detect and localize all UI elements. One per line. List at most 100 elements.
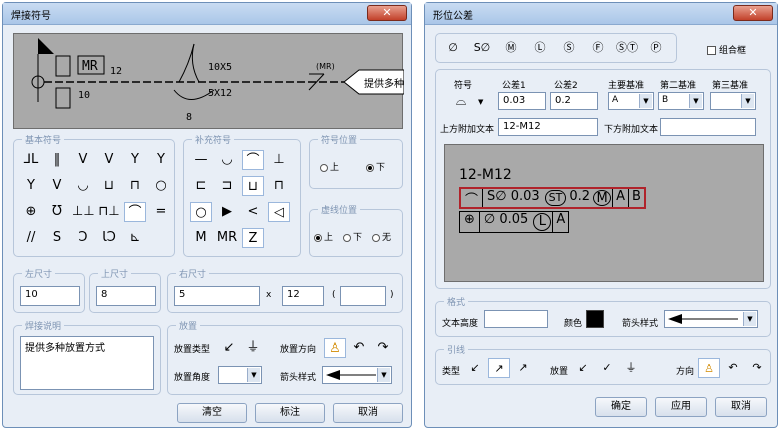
right-dim-input-1[interactable]: 5	[174, 286, 260, 306]
place-type-ground-icon[interactable]: ⏚	[242, 338, 264, 358]
supp-symbol-9-icon[interactable]: ▶	[216, 202, 238, 222]
basic-symbol-14-icon[interactable]: ⊥⊥	[72, 202, 95, 222]
basic-symbol-17-icon[interactable]: =	[150, 202, 172, 222]
supp-symbol-0-icon[interactable]: —	[190, 150, 212, 170]
apply-button[interactable]: 应用	[655, 397, 707, 417]
arrow-style-select[interactable]: ▼	[322, 366, 392, 384]
supp-symbol-6-icon[interactable]: ⊔	[242, 176, 264, 196]
supp-symbol-1-icon[interactable]: ◡	[216, 150, 238, 170]
upper-text-input[interactable]: 12-M12	[498, 118, 598, 136]
left-dim-input[interactable]: 10	[20, 286, 80, 306]
weld-desc-textarea[interactable]: 提供多种放置方式	[20, 336, 154, 390]
basic-symbol-6-icon[interactable]: Y	[20, 176, 42, 196]
radio-icon	[314, 233, 322, 242]
top-dim-input[interactable]: 8	[96, 286, 156, 306]
supp-symbol-8-icon[interactable]: ○	[190, 202, 212, 222]
modifier-symbol-6-icon[interactable]: ⓈⓉ	[616, 38, 638, 58]
datum1-select[interactable]: A ▼	[608, 92, 654, 110]
preview-datum-cell: A	[552, 212, 568, 232]
basic-symbol-5-icon[interactable]: Y	[150, 150, 172, 170]
basic-symbol-11-icon[interactable]: ○	[150, 176, 172, 196]
basic-symbol-8-icon[interactable]: ◡	[72, 176, 94, 196]
datum3-select[interactable]: ▼	[710, 92, 756, 110]
supp-symbol-12-icon[interactable]: M	[190, 228, 212, 248]
modifier-symbol-4-icon[interactable]: Ⓢ	[558, 38, 580, 58]
basic-symbol-9-icon[interactable]: ⊔	[98, 176, 120, 196]
basic-symbol-7-icon[interactable]: V	[46, 176, 68, 196]
combo-frame-checkbox[interactable]: 组合框	[707, 43, 746, 56]
supp-symbol-11-icon[interactable]: ◁	[268, 202, 290, 222]
dashed-none-radio[interactable]: 无	[372, 230, 391, 243]
place-dir-right-icon[interactable]: ↷	[372, 338, 394, 358]
basic-symbol-20-icon[interactable]: Ɔ	[72, 228, 94, 248]
tol2-input[interactable]: 0.2	[550, 92, 598, 110]
position-up-radio[interactable]: 上	[320, 160, 339, 173]
right-dim-input-3[interactable]	[340, 286, 386, 306]
cancel-button[interactable]: 取消	[333, 403, 403, 423]
place-angle-select[interactable]: ▼	[218, 366, 262, 384]
clear-button[interactable]: 清空	[177, 403, 247, 423]
leader-dir-left-icon[interactable]: ↶	[722, 358, 744, 378]
modifier-symbol-7-icon[interactable]: Ⓟ	[645, 38, 667, 58]
basic-symbol-18-icon[interactable]: //	[20, 228, 42, 248]
basic-symbol-21-icon[interactable]: ƖƆ	[98, 228, 120, 248]
close-icon[interactable]: ✕	[733, 5, 773, 21]
leader-type-2-icon[interactable]: ↗	[488, 358, 510, 378]
basic-symbol-19-icon[interactable]: S	[46, 228, 68, 248]
lower-text-input[interactable]	[660, 118, 756, 136]
color-label: 颜色	[564, 319, 583, 329]
basic-symbol-3-icon[interactable]: V	[98, 150, 120, 170]
tol1-input[interactable]: 0.03	[498, 92, 546, 110]
leader-dir-person-icon[interactable]: ♙	[698, 358, 720, 378]
basic-symbol-10-icon[interactable]: ⊓	[124, 176, 146, 196]
chevron-down-icon: ▼	[743, 312, 756, 326]
color-swatch[interactable]	[586, 310, 604, 328]
leader-type-3-icon[interactable]: ↗	[512, 358, 534, 378]
supp-symbol-10-icon[interactable]: <	[242, 202, 264, 222]
modifier-symbol-3-icon[interactable]: Ⓛ	[529, 38, 551, 58]
basic-symbol-15-icon[interactable]: ⊓⊥	[98, 202, 120, 222]
close-icon[interactable]: ✕	[367, 5, 407, 21]
weld-dialog-titlebar[interactable]: 焊接符号	[3, 3, 411, 25]
modifier-symbol-0-icon[interactable]: ∅	[442, 38, 464, 58]
gdt-cancel-button[interactable]: 取消	[715, 397, 767, 417]
supp-symbol-3-icon[interactable]: ⊥	[268, 150, 290, 170]
ok-button[interactable]: 确定	[595, 397, 647, 417]
basic-symbol-2-icon[interactable]: V	[72, 150, 94, 170]
supp-symbol-13-icon[interactable]: MR	[216, 228, 238, 248]
basic-symbol-13-icon[interactable]: Ʊ	[46, 202, 68, 222]
position-down-radio[interactable]: 下	[366, 160, 385, 173]
dashed-down-radio[interactable]: 下	[343, 230, 362, 243]
supp-symbol-14-icon[interactable]: Z	[242, 228, 264, 248]
basic-symbol-1-icon[interactable]: ‖	[46, 150, 68, 170]
basic-symbol-4-icon[interactable]: Y	[124, 150, 146, 170]
basic-symbol-0-icon[interactable]: ⅃L	[20, 150, 42, 170]
leader-type-1-icon[interactable]: ↙	[464, 358, 486, 378]
gdt-dialog-titlebar[interactable]: 形位公差	[425, 3, 777, 25]
modifier-symbol-5-icon[interactable]: Ⓕ	[587, 38, 609, 58]
place-type-leader-icon[interactable]: ↙	[218, 338, 240, 358]
text-height-input[interactable]	[484, 310, 548, 328]
basic-symbol-22-icon[interactable]: ⊾	[124, 228, 146, 248]
symbol-dropdown-icon[interactable]: ▼	[478, 98, 483, 106]
place-dir-left-icon[interactable]: ↶	[348, 338, 370, 358]
supp-symbol-4-icon[interactable]: ⊏	[190, 176, 212, 196]
modifier-symbol-2-icon[interactable]: Ⓜ	[500, 38, 522, 58]
basic-symbol-16-icon[interactable]: ⌒	[124, 202, 146, 222]
leader-dir-right-icon[interactable]: ↷	[746, 358, 768, 378]
annotate-button[interactable]: 标注	[255, 403, 325, 423]
gdt-arrow-style-select[interactable]: ▼	[664, 310, 758, 328]
leader-place-2-icon[interactable]: ✓	[596, 358, 618, 378]
dashed-up-radio[interactable]: 上	[314, 230, 333, 243]
basic-symbol-12-icon[interactable]: ⊕	[20, 202, 42, 222]
modifier-symbol-1-icon[interactable]: S∅	[471, 38, 493, 58]
datum2-select[interactable]: B ▼	[658, 92, 704, 110]
supp-symbol-2-icon[interactable]: ⌒	[242, 150, 264, 170]
place-dir-person-icon[interactable]: ♙	[324, 338, 346, 358]
right-dim-input-2[interactable]: 12	[282, 286, 324, 306]
supp-symbol-5-icon[interactable]: ⊐	[216, 176, 238, 196]
leader-place-1-icon[interactable]: ↙	[572, 358, 594, 378]
leader-place-3-icon[interactable]: ⏚	[620, 358, 642, 378]
supp-symbol-7-icon[interactable]: ⊓	[268, 176, 290, 196]
profile-symbol-icon[interactable]: ⌓	[450, 92, 472, 112]
